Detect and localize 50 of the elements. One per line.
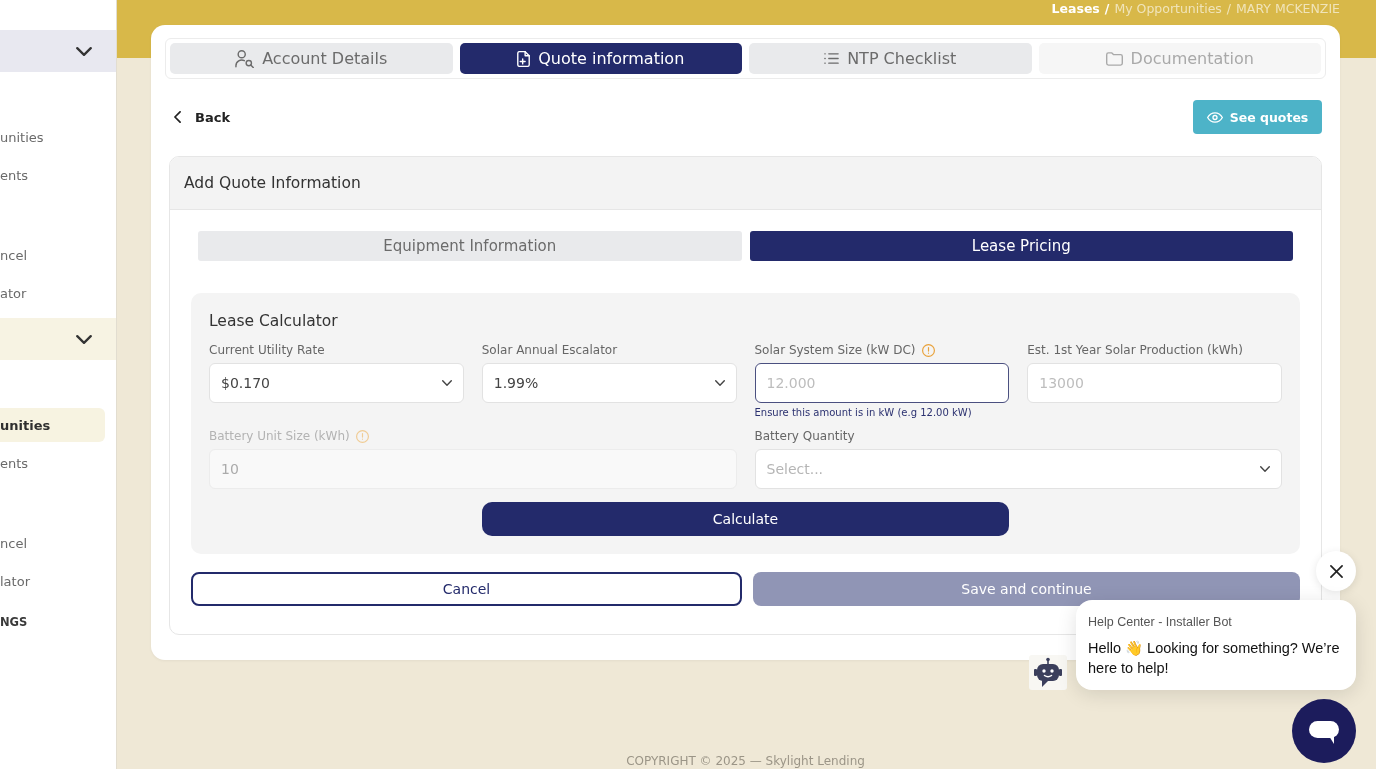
sidebar-item[interactable]: ator (0, 276, 105, 310)
sidebar-item[interactable]: unities (0, 408, 105, 442)
calculator-title: Lease Calculator (209, 311, 339, 331)
chevron-down-icon (76, 334, 92, 344)
folder-icon (1105, 51, 1123, 66)
close-button[interactable] (1316, 551, 1356, 591)
eye-icon (1206, 111, 1223, 123)
field-label: Solar Annual Escalator (481, 343, 618, 357)
input-field[interactable]: 12.000 (754, 363, 1010, 403)
calculate-button[interactable]: Calculate (482, 502, 1009, 536)
sidebar-item[interactable]: ents (0, 158, 105, 192)
field-label: Est. 1st Year Solar Production (kWh) (1027, 343, 1243, 357)
sidebar-section-label: NGS (0, 615, 29, 629)
tab[interactable]: Account Details (170, 43, 453, 74)
sidebar-item[interactable]: ncel (0, 526, 105, 560)
sidebar-item[interactable]: ents (0, 446, 105, 480)
chevron-down-icon (76, 46, 92, 56)
field-hint: Ensure this amount is in kW (e.g 12.00 kW) (754, 406, 973, 419)
sidebar-item[interactable]: ncel (0, 238, 105, 272)
sidebar-item[interactable]: lator (0, 564, 105, 598)
subtab[interactable]: Equipment Information (198, 231, 742, 261)
chat-bubble-icon (1309, 721, 1339, 745)
breadcrumb-separator: / (1226, 1, 1232, 16)
breadcrumb-separator: / (1104, 1, 1110, 16)
tab[interactable]: NTP Checklist (749, 43, 1032, 74)
back-link[interactable]: Back (169, 109, 231, 125)
list-icon (824, 53, 840, 64)
field-label: Solar System Size (kW DC) (754, 343, 916, 357)
user-search-icon (235, 49, 255, 68)
close-icon (1329, 564, 1343, 578)
chevron-left-icon (174, 111, 181, 123)
chevron-down-icon (441, 380, 452, 386)
subtab[interactable]: Lease Pricing (749, 231, 1293, 261)
chat-sender: Help Center - Installer Bot (1088, 614, 1233, 630)
tab[interactable]: Quote information (459, 43, 742, 74)
section-title: Add Quote Information (184, 174, 361, 192)
chevron-down-icon (714, 380, 725, 386)
file-plus-icon (517, 50, 531, 67)
select-field[interactable]: 1.99% (481, 363, 737, 403)
chevron-down-icon (1260, 466, 1270, 472)
chat-message: Hello 👋 Looking for something? We’re here to help! (1088, 639, 1341, 678)
sidebar-item[interactable]: unities (0, 120, 105, 154)
alert-circle-icon (921, 343, 935, 357)
field-label: Current Utility Rate (209, 343, 325, 357)
cancel-button[interactable]: Cancel (191, 572, 742, 606)
alert-circle-icon (355, 429, 369, 443)
field-label: Battery Quantity (754, 429, 855, 443)
field-label: Battery Unit Size (kWh) (209, 429, 350, 443)
copyright-text: COPYRIGHT © 2025 — Skylight Lending (625, 754, 866, 769)
select-field[interactable]: $0.170 (209, 363, 464, 403)
